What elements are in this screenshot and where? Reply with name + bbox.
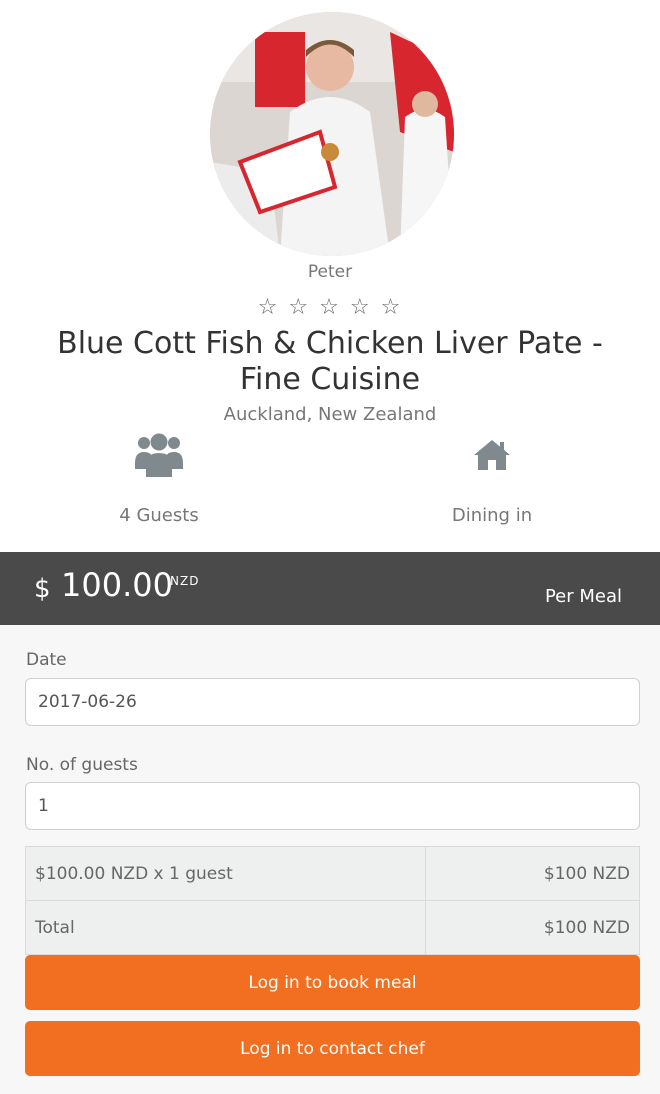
currency-code: NZD: [170, 574, 200, 588]
star-icon: ☆: [288, 295, 311, 320]
star-icon: ☆: [319, 295, 341, 320]
rating-stars: ☆ ☆ ☆ ☆ ☆: [0, 294, 660, 322]
guests-count-input[interactable]: [25, 782, 640, 830]
price-unit: Per Meal: [544, 586, 622, 607]
dining-feature: Dining in: [392, 430, 592, 526]
guests-count-label: No. of guests: [26, 755, 138, 775]
guests-label: 4 Guests: [119, 505, 199, 526]
star-icon: ☆: [349, 295, 372, 320]
date-label: Date: [26, 650, 67, 670]
date-input[interactable]: [25, 678, 640, 726]
meal-location: Auckland, New Zealand: [223, 404, 437, 425]
dining-label: Dining in: [451, 505, 533, 526]
home-icon: [392, 430, 592, 480]
contact-chef-button[interactable]: Log in to contact chef: [25, 1021, 640, 1076]
users-icon: [59, 430, 259, 480]
meal-title: Blue Cott Fish & Chicken Liver Pate - Fi…: [57, 326, 603, 397]
price-bar: $ 100.00 NZD Per Meal: [0, 552, 660, 625]
currency-symbol: $: [34, 574, 51, 604]
chef-name: Peter: [307, 262, 353, 282]
chef-avatar: [210, 12, 454, 256]
star-icon: ☆: [257, 295, 280, 320]
star-icon: ☆: [380, 295, 403, 320]
table-row: Total $100 NZD: [25, 900, 640, 955]
summary-line-value: $100 NZD: [425, 846, 640, 901]
guests-feature: 4 Guests: [59, 430, 259, 526]
summary-line-label: $100.00 NZD x 1 guest: [25, 846, 426, 901]
summary-total-label: Total: [25, 900, 426, 955]
table-row: $100.00 NZD x 1 guest $100 NZD: [25, 846, 640, 901]
price-summary-table: $100.00 NZD x 1 guest $100 NZD Total $10…: [25, 846, 640, 955]
book-meal-button[interactable]: Log in to book meal: [25, 955, 640, 1010]
summary-total-value: $100 NZD: [425, 900, 640, 955]
price-amount: 100.00: [61, 566, 173, 604]
